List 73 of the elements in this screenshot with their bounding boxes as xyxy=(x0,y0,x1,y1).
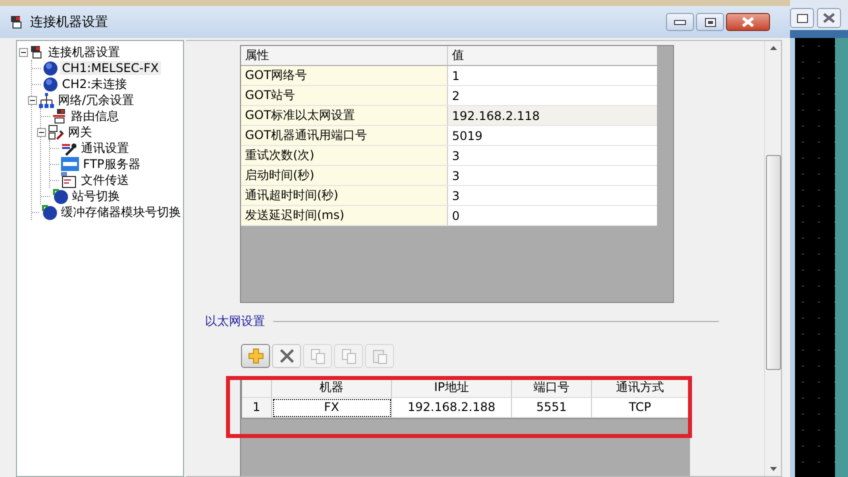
gateway-icon xyxy=(48,124,64,140)
table-cell[interactable]: FX xyxy=(272,398,392,418)
row-number: 1 xyxy=(242,398,272,418)
property-name: 启动时间(秒) xyxy=(241,166,448,185)
property-name: 通讯超时时间(秒) xyxy=(241,186,448,205)
tree-item[interactable]: CH2:未连接 xyxy=(60,76,130,92)
property-value[interactable]: 2 xyxy=(448,86,657,105)
plus-icon xyxy=(248,348,264,364)
property-value[interactable]: 192.168.2.118 xyxy=(448,106,657,125)
tree-item[interactable]: 连接机器设置 xyxy=(46,44,122,60)
wrench-icon xyxy=(61,140,77,156)
scroll-down-icon[interactable] xyxy=(770,467,776,471)
property-name: GOT站号 xyxy=(241,86,448,105)
table-cell[interactable]: TCP xyxy=(592,398,689,418)
close-button[interactable] xyxy=(726,13,770,31)
property-value[interactable]: 3 xyxy=(448,146,657,165)
clipboard-icon xyxy=(372,348,388,364)
collapse-toggle[interactable] xyxy=(37,128,46,136)
column-header: 值 xyxy=(451,47,465,64)
property-name: 重试次数(次) xyxy=(241,146,448,165)
column-header: 属性 xyxy=(241,46,448,65)
scroll-up-icon[interactable] xyxy=(770,46,776,50)
router-icon xyxy=(52,108,67,124)
property-name: GOT机器通讯用端口号 xyxy=(241,126,448,145)
property-value[interactable]: 0 xyxy=(448,206,657,225)
column-header: 端口号 xyxy=(512,378,592,398)
property-value[interactable]: 5019 xyxy=(448,126,657,145)
tree-item[interactable]: CH1:MELSEC-FX xyxy=(60,61,161,75)
tree-item[interactable]: FTP服务器 xyxy=(81,156,142,172)
maximize-icon[interactable] xyxy=(796,14,808,22)
maximize-button[interactable] xyxy=(696,13,724,31)
delete-button[interactable] xyxy=(272,344,301,368)
tree-item[interactable]: 路由信息 xyxy=(69,108,121,124)
device-icon xyxy=(30,45,44,59)
property-name: GOT标准以太网设置 xyxy=(241,106,448,125)
property-name: 发送延迟时间(ms) xyxy=(241,206,448,225)
scrollbar[interactable] xyxy=(764,41,781,476)
tree-item[interactable]: 通讯设置 xyxy=(79,140,131,156)
table-cell[interactable]: 5551 xyxy=(512,398,592,418)
cross-icon xyxy=(278,348,294,364)
network-icon xyxy=(39,92,54,108)
tree-item[interactable]: 站号切换 xyxy=(70,188,122,204)
device-icon xyxy=(10,15,24,29)
copy-icon xyxy=(310,348,326,364)
table-cell[interactable]: 192.168.2.188 xyxy=(392,398,512,418)
copy-icon xyxy=(340,348,356,364)
collapse-toggle[interactable] xyxy=(19,48,28,56)
close-icon[interactable] xyxy=(823,13,835,23)
column-header: 通讯方式 xyxy=(592,378,689,398)
add-button[interactable] xyxy=(241,344,270,368)
property-value[interactable]: 1 xyxy=(448,66,657,85)
maximize-icon xyxy=(704,18,716,26)
tree-item[interactable]: 网络/冗余设置 xyxy=(56,92,136,108)
property-name: GOT网络号 xyxy=(241,66,448,85)
file-transfer-icon xyxy=(61,172,77,188)
property-value[interactable]: 3 xyxy=(448,186,657,205)
section-title: 以太网设置 xyxy=(205,312,265,330)
disc-icon xyxy=(43,76,58,92)
tree-item[interactable]: 缓冲存储器模块号切换 xyxy=(59,204,183,220)
scroll-thumb[interactable] xyxy=(766,155,780,370)
property-value[interactable]: 3 xyxy=(448,166,657,185)
minimize-button[interactable] xyxy=(666,13,694,31)
header-strip xyxy=(790,30,848,38)
window-title: 连接机器设置 xyxy=(30,14,108,31)
server-icon xyxy=(61,157,79,171)
tree-item[interactable]: 文件传送 xyxy=(79,172,131,188)
disc-icon xyxy=(43,60,58,76)
tree-item[interactable]: 网关 xyxy=(66,124,94,140)
column-header: 机器 xyxy=(272,378,392,398)
minimize-icon xyxy=(674,20,686,24)
close-icon xyxy=(742,17,754,27)
collapse-toggle[interactable] xyxy=(28,96,37,104)
column-header: IP地址 xyxy=(392,378,512,398)
